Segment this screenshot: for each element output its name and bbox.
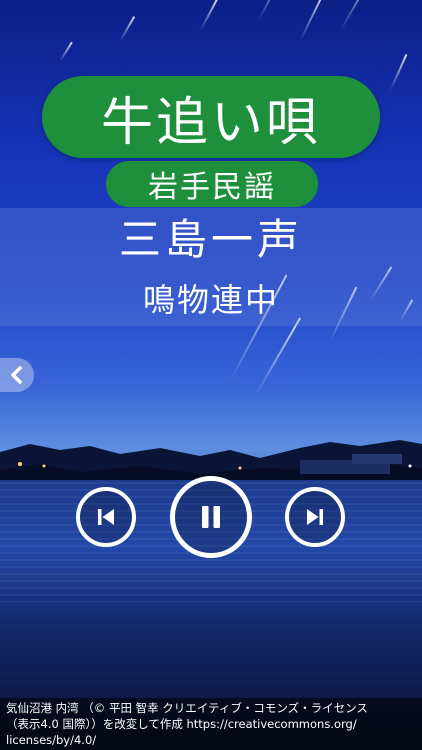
skip-next-icon: [307, 509, 323, 525]
photo-credit: 気仙沼港 内湾 （© 平田 智幸 クリエイティブ・コモンズ・ライセンス （表示4…: [0, 698, 422, 750]
previous-button[interactable]: [76, 487, 136, 547]
next-button[interactable]: [285, 487, 345, 547]
player-screen: 牛追い唄 岩手民謡 三島一声 鳴物連中 気仙沼港 内湾 （© 平田 智幸 クリエ…: [0, 0, 422, 750]
song-title: 牛追い唄: [42, 76, 380, 158]
credit-line-2: （表示4.0 国際））を改変して作成 https://creativecommo…: [6, 717, 357, 731]
back-button[interactable]: [0, 358, 34, 392]
credit-line-3: licenses/by/4.0/: [6, 733, 97, 747]
singer-name: 三島一声: [118, 214, 303, 264]
credit-line-1: 気仙沼港 内湾 （© 平田 智幸 クリエイティブ・コモンズ・ライセンス: [6, 701, 368, 715]
pause-button[interactable]: [170, 476, 252, 558]
region-label: 岩手民謡: [106, 161, 318, 207]
accompaniment-name: 鳴物連中: [142, 281, 279, 319]
pause-icon: [202, 506, 220, 528]
chevron-left-icon: [11, 366, 22, 384]
skip-previous-icon: [98, 509, 114, 525]
